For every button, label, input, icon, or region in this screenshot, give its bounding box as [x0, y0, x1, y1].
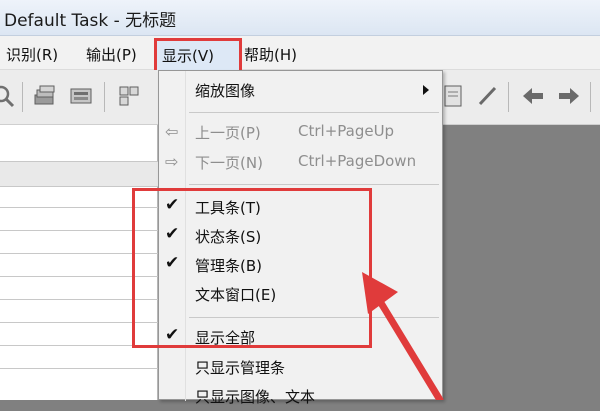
menu-bar: 识别(R) 输出(P) 显示(V) 帮助(H): [0, 36, 600, 74]
annotation-arrow-icon: [362, 272, 444, 400]
menu-view-label: 显示(V): [162, 47, 214, 65]
menu-recognize[interactable]: 识别(R): [6, 44, 58, 65]
menu-separator: [189, 184, 439, 185]
arrow-left-icon[interactable]: [520, 83, 546, 109]
menu-item-label: 缩放图像: [195, 82, 256, 100]
highlight-box: [132, 188, 372, 348]
menu-item-label: 上一页(P): [195, 124, 261, 142]
menu-item-label: 只显示管理条: [195, 359, 286, 377]
list-row-divider: [0, 368, 158, 369]
toolbar-separator: [508, 82, 509, 112]
title-bar: Default Task - 无标题: [0, 0, 600, 36]
toolbar-separator: [590, 82, 591, 112]
arrow-right-icon[interactable]: [556, 83, 582, 109]
arrow-left-icon: ⇦: [165, 122, 179, 141]
arrow-right-icon: ⇨: [165, 152, 179, 171]
menu-separator: [189, 112, 439, 113]
menu-item-label: 下一页(N): [195, 154, 263, 172]
document-icon[interactable]: [440, 83, 466, 109]
pen-icon[interactable]: [474, 83, 500, 109]
toolbar-separator: [22, 82, 23, 112]
menu-help[interactable]: 帮助(H): [244, 44, 297, 65]
menu-item-shortcut: Ctrl+PageUp: [298, 122, 395, 140]
stack-icon[interactable]: [32, 83, 58, 109]
window-title: Default Task - 无标题: [4, 11, 177, 31]
submenu-arrow-icon: [423, 85, 429, 95]
menu-view[interactable]: 显示(V): [154, 38, 242, 74]
menu-output[interactable]: 输出(P): [86, 44, 137, 65]
menu-item-label: 只显示图像、文本: [195, 388, 316, 406]
panel-header: [0, 161, 158, 187]
scanner-icon[interactable]: [68, 83, 94, 109]
menu-item-shortcut: Ctrl+PageDown: [298, 152, 417, 170]
workspace: [590, 125, 600, 400]
menu-item-prev-page[interactable]: ⇦ 上一页(P) Ctrl+PageUp: [159, 119, 442, 147]
toolbar-separator: [104, 82, 105, 112]
zoom-icon[interactable]: [0, 83, 16, 109]
menu-item-next-page[interactable]: ⇨ 下一页(N) Ctrl+PageDown: [159, 149, 442, 177]
menu-item-zoom-image[interactable]: 缩放图像: [159, 77, 442, 105]
layout-icon[interactable]: [116, 83, 142, 109]
